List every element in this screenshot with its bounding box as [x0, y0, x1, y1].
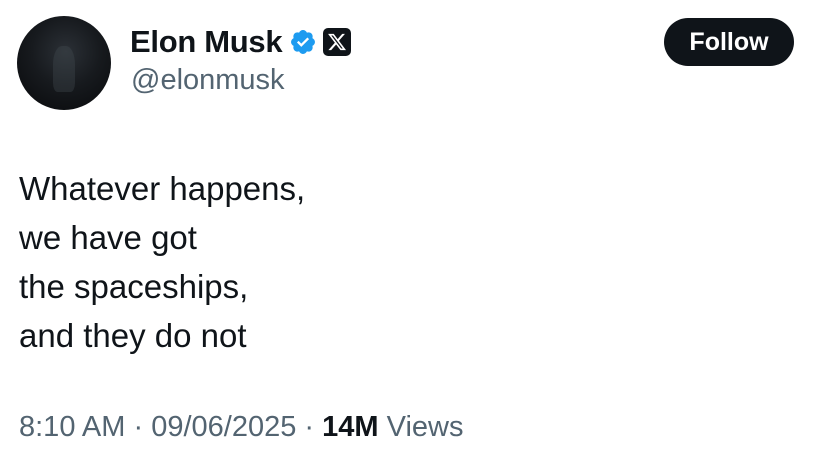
follow-button[interactable]: Follow	[664, 18, 794, 66]
avatar[interactable]	[17, 16, 111, 110]
tweet-line: Whatever happens,	[19, 170, 306, 207]
tweet-time[interactable]: 8:10 AM	[19, 411, 125, 443]
tweet-meta: 8:10 AM · 09/06/2025 · 14M Views	[19, 409, 463, 445]
display-name[interactable]: Elon Musk	[130, 24, 283, 60]
tweet-line: the spaceships,	[19, 268, 249, 305]
meta-separator: ·	[133, 411, 144, 443]
author-name-row: Elon Musk	[130, 22, 352, 62]
verified-badge-icon[interactable]	[289, 28, 317, 56]
tweet-line: and they do not	[19, 317, 247, 354]
handle[interactable]: @elonmusk	[131, 64, 285, 97]
x-logo-icon[interactable]	[323, 28, 352, 56]
tweet-line: we have got	[19, 219, 197, 256]
meta-separator: ·	[304, 411, 315, 443]
tweet-date[interactable]: 09/06/2025	[151, 411, 296, 443]
views-label: Views	[386, 411, 464, 443]
views-count: 14M	[322, 411, 379, 443]
tweet-text: Whatever happens, we have got the spaces…	[19, 164, 305, 360]
